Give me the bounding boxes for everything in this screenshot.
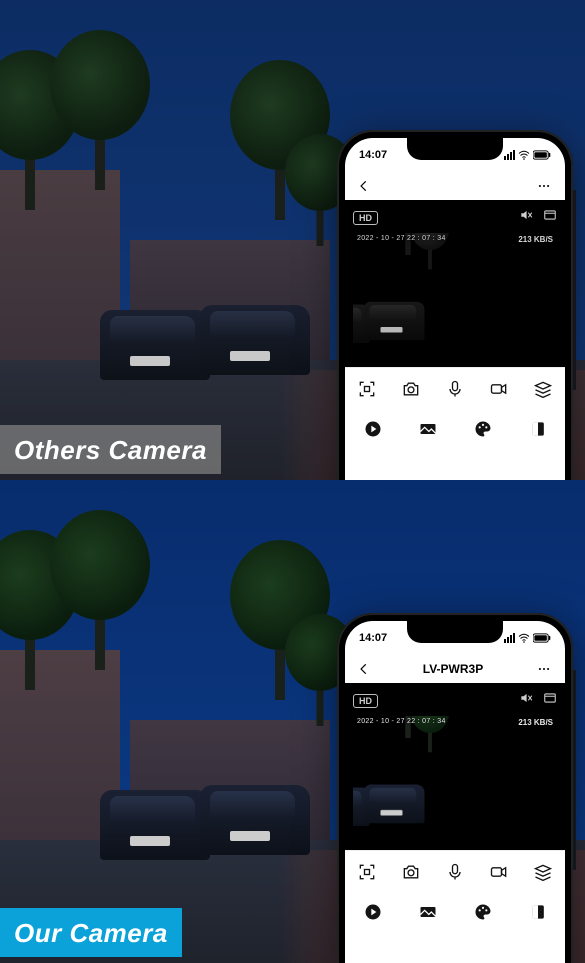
mic-icon[interactable] [445,379,465,399]
video-feed-grayscale[interactable]: 2022 - 10 - 27 22 : 07 : 34 213 KB/S [353,233,557,363]
camera-icon[interactable] [401,862,421,882]
phone-notch [407,138,503,160]
wifi-icon [518,150,530,160]
focus-icon[interactable] [357,862,377,882]
wifi-icon [518,633,530,643]
nav-bar: LV-PWR3P [345,655,565,683]
layers-icon[interactable] [533,862,553,882]
feed-bitrate: 213 KB/S [518,718,553,727]
phone-mockup-ours: 14:07 LV-PWR3P HD [337,613,573,963]
gallery-icon[interactable] [418,902,438,922]
signal-icon [504,633,515,643]
video-viewer: HD 2022 - 10 - 27 22 : 07 : 34 213 KB/S [345,200,565,367]
fullscreen-icon[interactable] [543,691,557,710]
caption-others: Others Camera [0,425,221,474]
gallery-icon[interactable] [418,419,438,439]
play-icon[interactable] [363,419,383,439]
feed-timestamp: 2022 - 10 - 27 22 : 07 : 34 [357,718,446,725]
contrast-icon[interactable] [528,419,548,439]
camera-icon[interactable] [401,379,421,399]
speaker-mute-icon[interactable] [519,691,533,710]
toolbar-secondary [345,892,565,932]
more-button[interactable] [535,662,553,676]
palette-icon[interactable] [473,419,493,439]
signal-icon [504,150,515,160]
toolbar-primary [345,367,565,409]
back-button[interactable] [357,179,371,193]
layers-icon[interactable] [533,379,553,399]
hd-badge[interactable]: HD [353,211,378,225]
play-icon[interactable] [363,902,383,922]
video-icon[interactable] [489,862,509,882]
back-button[interactable] [357,662,371,676]
phone-mockup-others: 14:07 HD [337,130,573,480]
speaker-mute-icon[interactable] [519,208,533,227]
clock: 14:07 [359,149,387,161]
video-feed-color[interactable]: 2022 - 10 - 27 22 : 07 : 34 213 KB/S [353,716,557,846]
clock: 14:07 [359,632,387,644]
fullscreen-icon[interactable] [543,208,557,227]
caption-ours: Our Camera [0,908,182,957]
mic-icon[interactable] [445,862,465,882]
palette-icon[interactable] [473,902,493,922]
video-icon[interactable] [489,379,509,399]
battery-icon [533,150,551,160]
panel-ours: Our Camera 14:07 LV-PWR3P HD [0,480,585,963]
panel-others: Others Camera 14:07 HD [0,0,585,480]
phone-notch [407,621,503,643]
feed-bitrate: 213 KB/S [518,235,553,244]
toolbar-secondary [345,409,565,449]
contrast-icon[interactable] [528,902,548,922]
battery-icon [533,633,551,643]
video-viewer: HD 2022 - 10 - 27 22 : 07 : 34 213 KB/S [345,683,565,850]
hd-badge[interactable]: HD [353,694,378,708]
more-button[interactable] [535,179,553,193]
device-title: LV-PWR3P [423,662,483,676]
feed-timestamp: 2022 - 10 - 27 22 : 07 : 34 [357,235,446,242]
nav-bar [345,172,565,200]
toolbar-primary [345,850,565,892]
focus-icon[interactable] [357,379,377,399]
